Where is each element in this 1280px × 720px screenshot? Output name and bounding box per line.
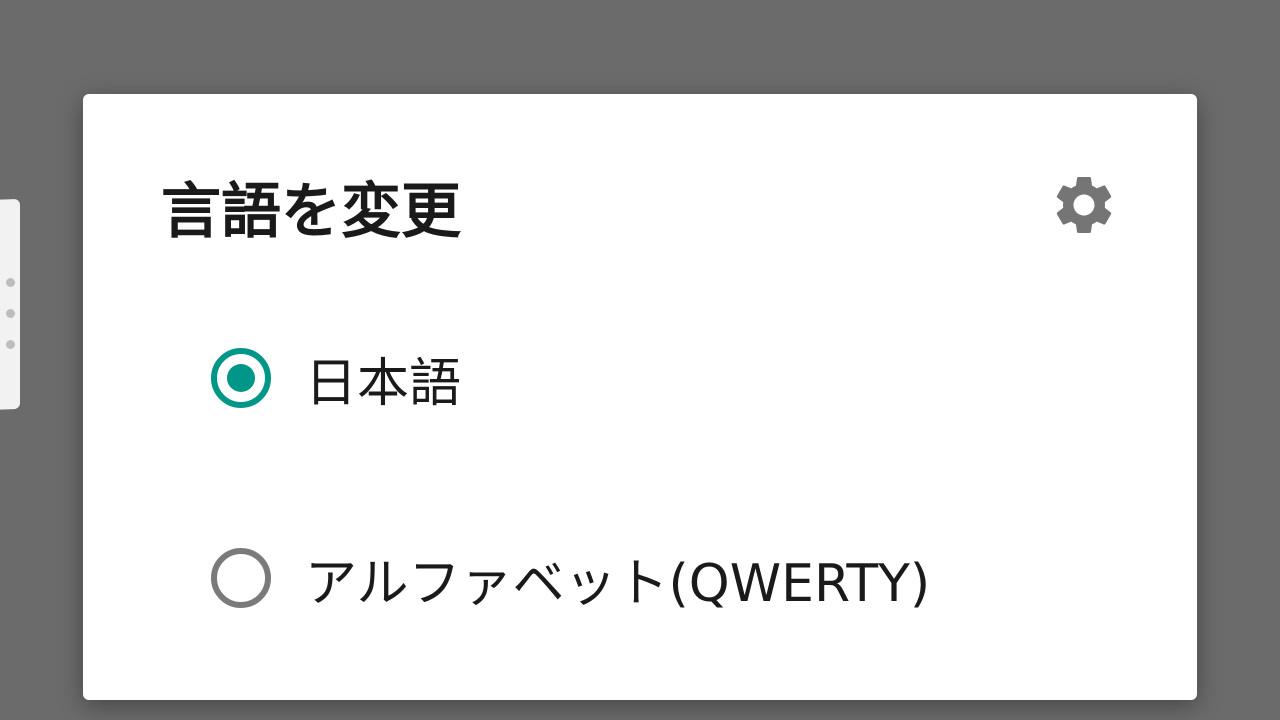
change-language-dialog: 言語を変更 日本語 アルファベット(QWERTY) (83, 94, 1197, 700)
dialog-title: 言語を変更 (161, 177, 461, 247)
option-label: 日本語 (305, 353, 462, 414)
radio-button-selected[interactable] (211, 348, 271, 408)
page-indicator-dot (6, 278, 15, 287)
page-indicator-dots (6, 278, 16, 350)
option-label: アルファベット(QWERTY) (305, 553, 931, 614)
language-option-qwerty[interactable]: アルファベット(QWERTY) (211, 528, 1111, 628)
page-indicator-dot (6, 340, 15, 349)
radio-button-unselected[interactable] (211, 548, 271, 608)
gear-icon[interactable] (1049, 170, 1119, 240)
page-indicator-dot (6, 309, 15, 318)
language-option-japanese[interactable]: 日本語 (211, 328, 1111, 428)
